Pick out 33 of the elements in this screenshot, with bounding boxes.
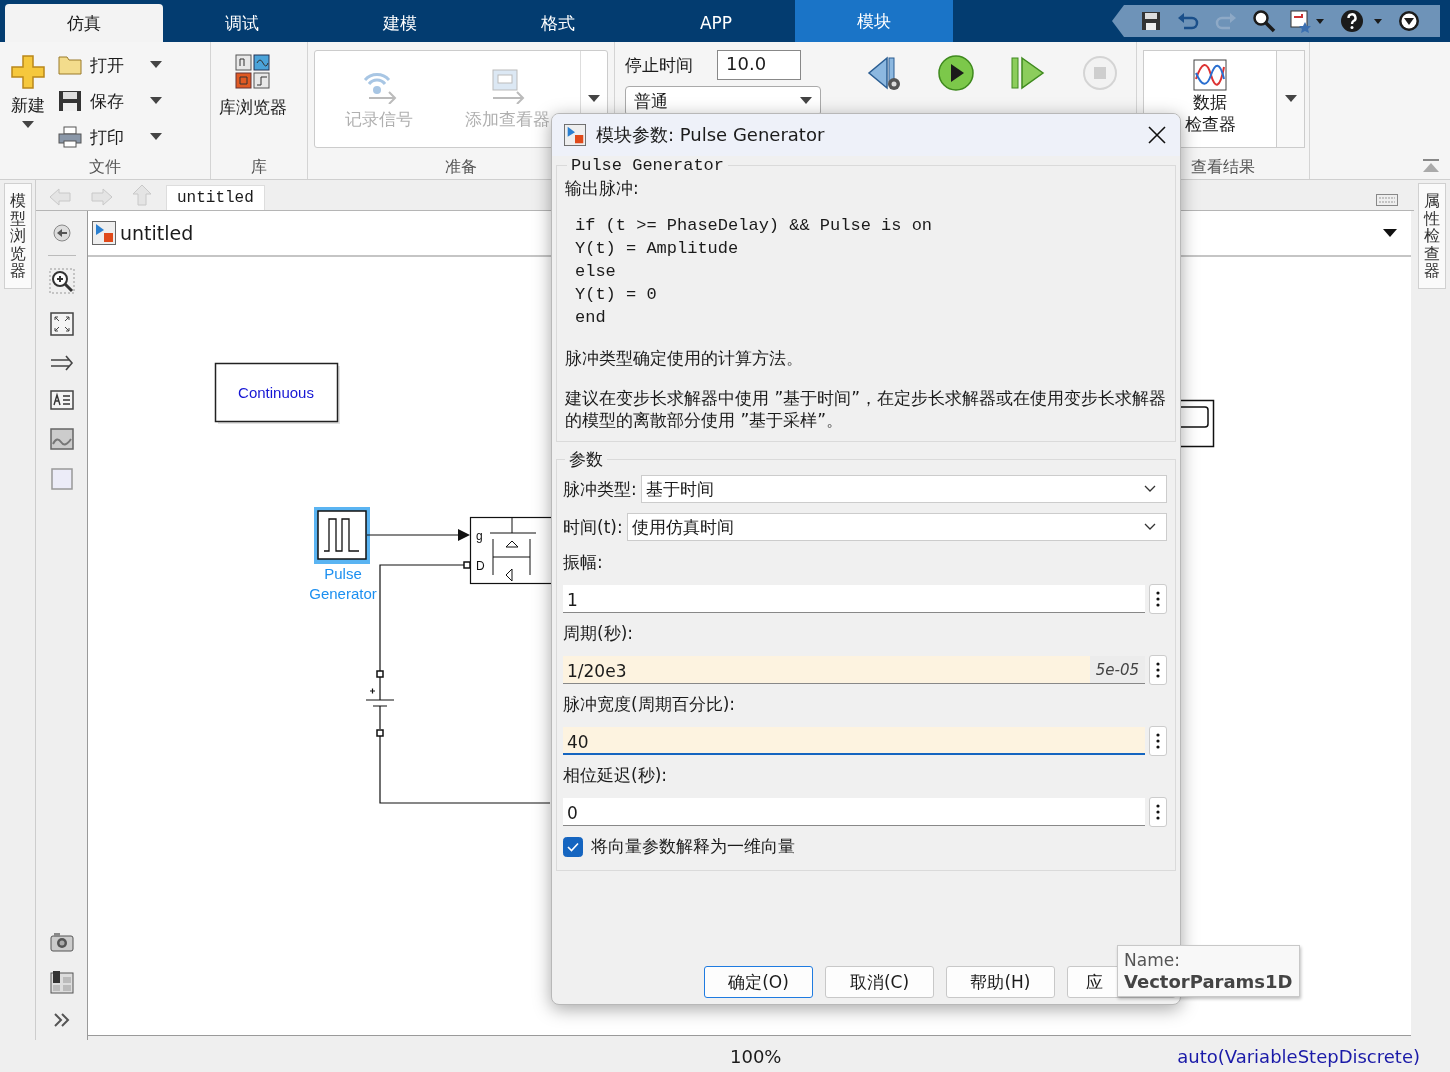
description-text: 建议在变步长求解器中使用 ”基于时间”，在定步长求解器或在使用变步长求解器的模型的离散部分使用 ”基于采样”。 [565, 387, 1167, 431]
evaluated-value: 5e-05 [1089, 656, 1145, 683]
port-label: g [476, 529, 483, 543]
block-name: Pulse Generator [570, 156, 726, 175]
group-label: 文件 [89, 156, 121, 178]
description-text: 脉冲类型确定使用的计算方法。 [565, 347, 804, 369]
tooltip-label: Name: [1124, 949, 1181, 971]
section-title: 参数 [568, 448, 604, 471]
dialog-title: 模块参数: Pulse Generator [596, 123, 825, 147]
field-label: 相位延迟(秒): [563, 764, 668, 787]
stop-time-label: 停止时间 [625, 53, 693, 77]
code-line: else [575, 261, 617, 283]
field-label: 振幅: [563, 551, 604, 574]
code-line: end [575, 307, 607, 329]
block-label: Pulse [324, 565, 362, 582]
field-label: 脉冲类型: [563, 477, 637, 501]
code-line: Y(t) = 0 [575, 284, 658, 306]
block-label: Continuous [238, 384, 314, 401]
code-line: if (t >= PhaseDelay) && Pulse is on [575, 215, 934, 237]
group-label: 库 [251, 156, 267, 178]
group-label: 查看结果 [1191, 156, 1255, 178]
description-text: 输出脉冲: [565, 177, 640, 200]
field-label: 脉冲宽度(周期百分比): [563, 693, 736, 716]
model-path: untitled [120, 222, 194, 244]
checkbox-label: 将向量参数解释为一维向量 [591, 835, 795, 858]
port-label: D [476, 559, 485, 573]
field-label: 时间(t): [563, 515, 623, 539]
code-line: Y(t) = Amplitude [575, 238, 740, 260]
group-label: 准备 [445, 156, 477, 178]
field-label: 周期(秒): [563, 622, 634, 645]
zoom-level: 100% [730, 1045, 782, 1067]
tooltip-value: VectorParams1D [1124, 971, 1293, 993]
block-label: Generator [309, 585, 377, 602]
